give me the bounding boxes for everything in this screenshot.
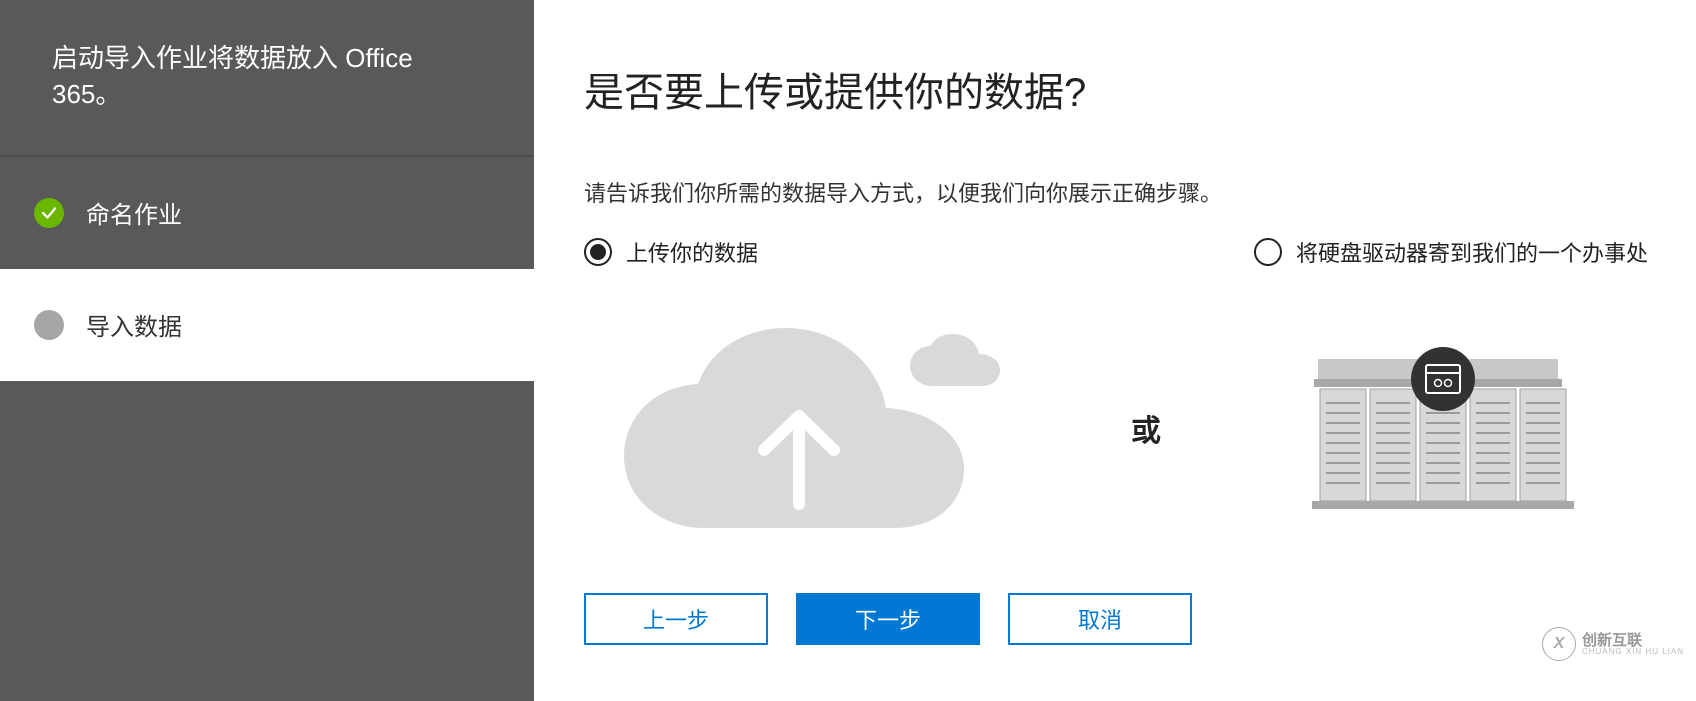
- back-button[interactable]: 上一步: [584, 593, 768, 645]
- main-panel: 是否要上传或提供你的数据? 请告诉我们你所需的数据导入方式，以便我们向你展示正确…: [534, 0, 1696, 701]
- cloud-small-icon: [910, 334, 1010, 386]
- watermark-en: CHUANG XIN HU LIAN: [1582, 648, 1684, 656]
- or-separator: 或: [1131, 406, 1161, 450]
- next-button[interactable]: 下一步: [796, 593, 980, 645]
- step-label: 命名作业: [86, 195, 182, 230]
- radio-selected-icon: [584, 238, 612, 266]
- sidebar-step-name-job[interactable]: 命名作业: [0, 157, 534, 269]
- checkmark-icon: [34, 198, 64, 228]
- page-title: 是否要上传或提供你的数据?: [584, 60, 1648, 118]
- illustration-row: 或: [584, 308, 1648, 528]
- wizard-sidebar: 启动导入作业将数据放入 Office 365。 命名作业 导入数据: [0, 0, 534, 701]
- page-description: 请告诉我们你所需的数据导入方式，以便我们向你展示正确步骤。: [584, 176, 1648, 208]
- server-rack-icon: [1308, 343, 1578, 513]
- radio-unselected-icon: [1254, 238, 1282, 266]
- watermark: X 创新互联 CHUANG XIN HU LIAN: [1542, 627, 1684, 661]
- radio-label: 上传你的数据: [626, 236, 758, 268]
- watermark-logo-icon: X: [1542, 627, 1576, 661]
- sidebar-step-import-data[interactable]: 导入数据: [0, 269, 534, 381]
- sidebar-title: 启动导入作业将数据放入 Office 365。: [0, 0, 534, 157]
- watermark-cn: 创新互联: [1582, 633, 1684, 648]
- radio-label: 将硬盘驱动器寄到我们的一个办事处: [1296, 236, 1648, 268]
- radio-upload-data[interactable]: 上传你的数据: [584, 236, 758, 268]
- step-bullet-icon: [34, 310, 64, 340]
- step-label: 导入数据: [86, 307, 182, 342]
- cancel-button[interactable]: 取消: [1008, 593, 1192, 645]
- radio-ship-drive[interactable]: 将硬盘驱动器寄到我们的一个办事处: [1254, 236, 1648, 268]
- wizard-footer: 上一步 下一步 取消: [584, 593, 1192, 645]
- upload-options: 上传你的数据 将硬盘驱动器寄到我们的一个办事处: [584, 236, 1648, 268]
- cloud-upload-icon: [624, 328, 984, 528]
